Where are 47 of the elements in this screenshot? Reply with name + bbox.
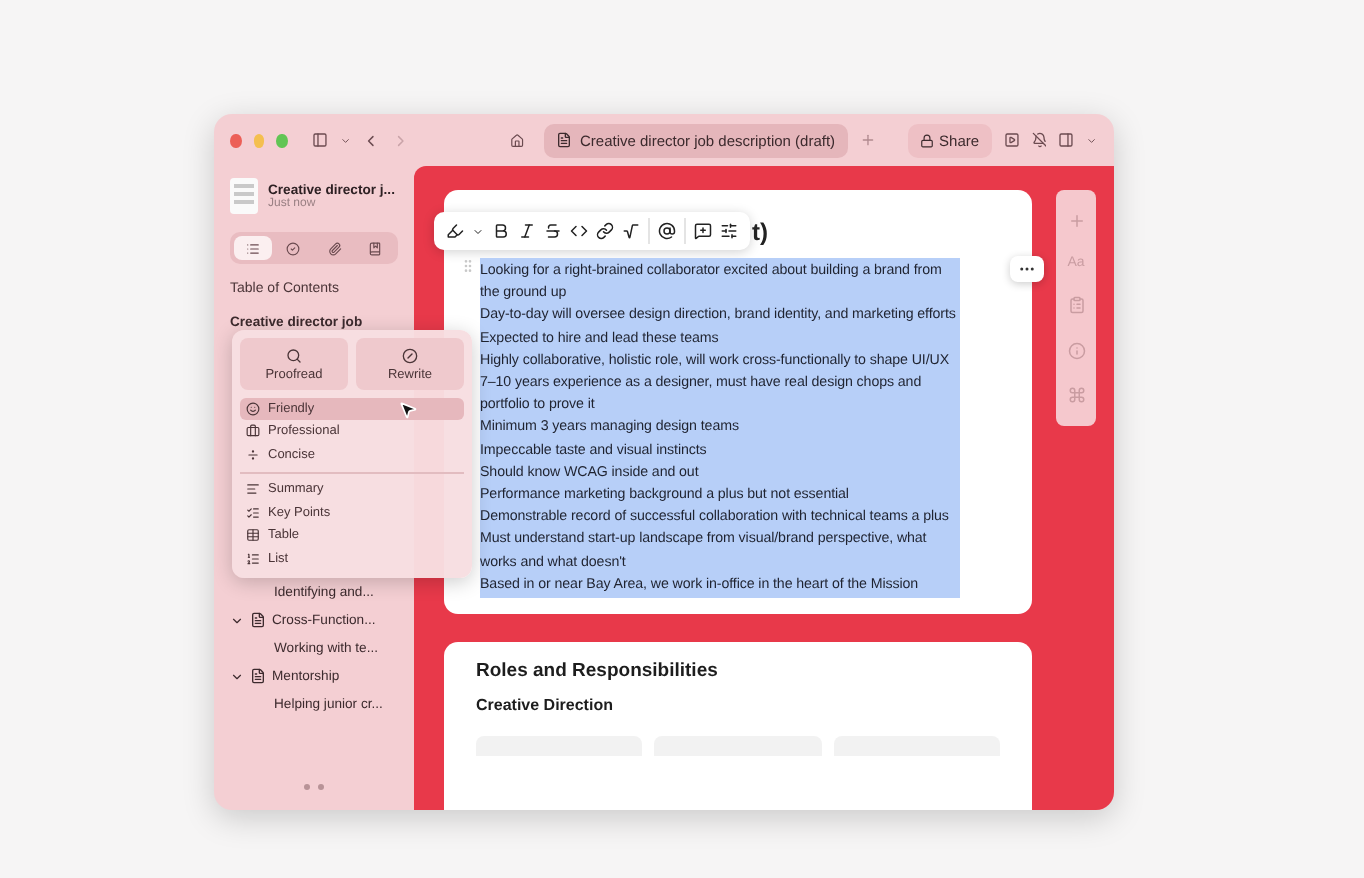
chevron-icon[interactable] <box>230 669 244 683</box>
add-comment-icon[interactable] <box>694 222 712 240</box>
drag-handle-icon[interactable] <box>460 258 476 274</box>
subsection-heading: Creative Direction <box>476 696 615 715</box>
caret-icon[interactable] <box>472 225 484 237</box>
magnifier-icon <box>286 347 302 363</box>
table-icon <box>246 528 260 543</box>
bell-off-icon[interactable] <box>1031 130 1047 150</box>
formula-icon[interactable] <box>622 222 640 240</box>
link-icon[interactable] <box>596 222 614 240</box>
briefcase-icon <box>246 424 260 439</box>
chevron-icon[interactable] <box>230 613 244 627</box>
document-thumbnail <box>230 178 258 214</box>
highlighter-icon[interactable] <box>446 222 464 240</box>
strikethrough-icon[interactable] <box>544 222 562 240</box>
clip-icon <box>327 241 342 255</box>
home-icon[interactable] <box>509 131 524 149</box>
smile-icon <box>246 401 260 416</box>
lock-icon <box>919 133 934 147</box>
clipboard-icon[interactable] <box>1067 296 1085 315</box>
document-icon <box>555 132 572 148</box>
bookmark-icon <box>368 241 383 255</box>
mouse-cursor-icon <box>398 400 418 420</box>
sliders-icon[interactable] <box>720 222 738 240</box>
slashed-circle-icon <box>402 347 418 363</box>
close-button[interactable] <box>230 133 242 147</box>
page-dots <box>304 784 324 790</box>
right-panel-icon[interactable] <box>1058 130 1075 150</box>
section-heading: Roles and Responsibilities <box>476 660 720 683</box>
present-icon[interactable] <box>1003 130 1019 150</box>
summary-icon <box>246 482 260 497</box>
document-heading: t) <box>752 217 768 245</box>
caret-icon[interactable] <box>1086 133 1099 147</box>
bold-icon[interactable] <box>492 222 510 240</box>
mention-icon[interactable] <box>658 222 676 240</box>
caret-icon[interactable] <box>339 133 351 147</box>
list-icon <box>246 551 260 566</box>
check-icon <box>286 241 301 255</box>
concise-icon <box>246 447 260 462</box>
italic-icon[interactable] <box>518 222 536 240</box>
list-icon <box>245 241 260 255</box>
document-icon <box>250 668 266 684</box>
sidebar-toggle-icon[interactable] <box>311 130 328 150</box>
more-button[interactable] <box>1010 256 1044 282</box>
code-icon[interactable] <box>570 222 588 240</box>
points-icon <box>246 505 260 520</box>
document-icon <box>250 612 266 628</box>
